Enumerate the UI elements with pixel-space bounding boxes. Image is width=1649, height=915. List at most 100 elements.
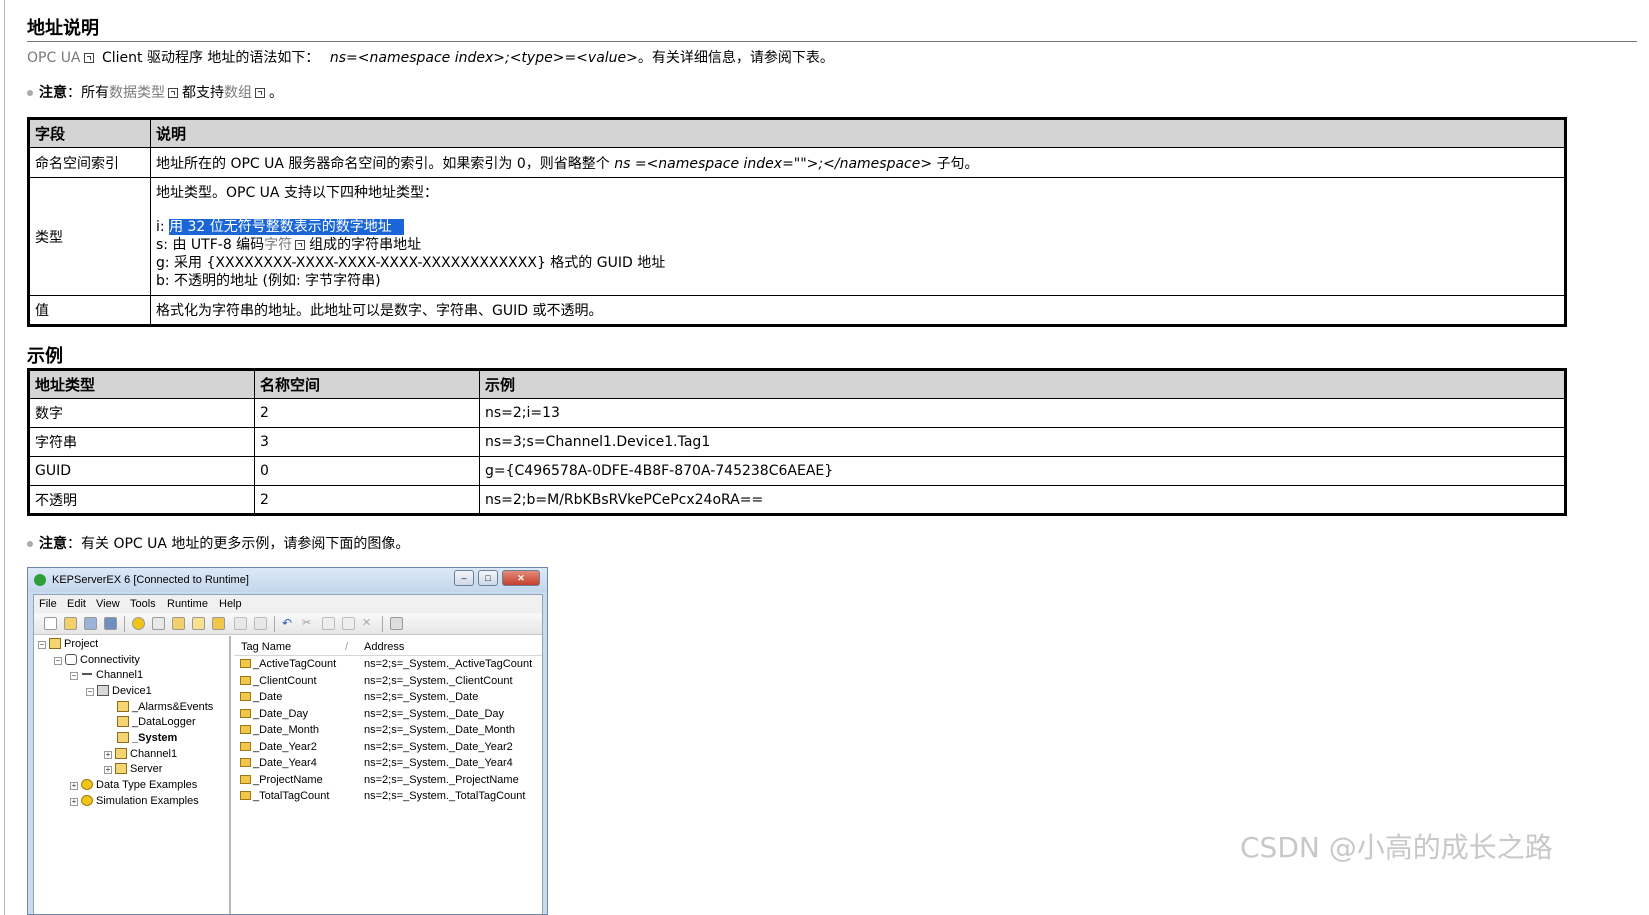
tree-item-alarms-events[interactable]: _Alarms&Events [117,701,213,713]
tag-row[interactable]: _Date_Day ns=2;s=_System._Date_Day [234,708,542,724]
maximize-icon[interactable]: □ [478,570,498,586]
menu-tools[interactable]: Tools [130,598,156,610]
tag-row[interactable]: _Date ns=2;s=_System._Date [234,691,542,707]
save-icon[interactable] [84,617,97,630]
tree-item-datalogger[interactable]: _DataLogger [117,716,196,728]
tag-name: _ActiveTagCount [253,658,337,670]
collapse-icon[interactable]: − [54,657,62,665]
expand-icon[interactable]: + [70,782,78,790]
delete-icon[interactable]: ✕ [362,617,375,630]
tag-icon [240,692,251,701]
tag-address: ns=2;s=_System._TotalTagCount [364,790,526,802]
tree-label: Channel1 [130,748,178,760]
copy-icon[interactable] [322,617,335,630]
table-cell: ns=2;i=13 [479,398,1566,428]
collapse-icon[interactable]: − [86,688,94,696]
folder-icon [117,701,129,712]
tree-item-channel1-group[interactable]: + Channel1 [104,748,177,760]
duplicate-icon[interactable] [254,617,267,630]
tree-item-project[interactable]: − Project [38,638,98,650]
table-row: 命名空间索引 地址所在的 OPC UA 服务器命名空间的索引。如果索引为 0，则… [28,147,1566,178]
tag-row[interactable]: _Date_Year4 ns=2;s=_System._Date_Year4 [234,757,542,773]
table-cell: 2 [254,485,480,515]
table-cell: 不透明 [28,485,255,515]
tag-address: ns=2;s=_System._ActiveTagCount [364,658,533,670]
open-icon[interactable] [64,617,77,630]
tree-item-connectivity[interactable]: − Connectivity [54,654,140,666]
external-link-icon[interactable] [255,88,265,98]
tree-item-device1[interactable]: − Device1 [86,685,152,697]
external-link-icon[interactable] [295,239,306,250]
collapse-icon[interactable]: − [70,672,78,680]
menu-file[interactable]: File [39,598,57,610]
desc-text: 子句。 [932,155,979,172]
tree-item-system[interactable]: _System [117,732,177,744]
tag-row[interactable]: _TotalTagCount ns=2;s=_System._TotalTagCo… [234,790,542,806]
tree-item-channel1[interactable]: − Channel1 [70,669,143,681]
table-cell: 字符串 [28,427,255,457]
tree-label: _Alarms&Events [132,701,214,713]
tag-row[interactable]: _ProjectName ns=2;s=_System._ProjectName [234,774,542,790]
note-arrays: 注意：所有数据类型 都支持数组 。 [27,82,283,102]
table-cell: 3 [254,427,480,457]
expand-icon[interactable]: + [70,798,78,806]
gear-icon [81,779,93,790]
menu-help[interactable]: Help [219,598,242,610]
paste-icon[interactable] [342,617,355,630]
tree-item-data-type-examples[interactable]: + Data Type Examples [70,779,197,791]
quick-client-icon[interactable] [390,617,403,630]
table-cell: 数字 [28,398,255,428]
new-tag-icon[interactable] [212,617,225,630]
tag-row[interactable]: _ClientCount ns=2;s=_System._ClientCount [234,675,542,691]
tag-row[interactable]: _ActiveTagCount ns=2;s=_System._ActiveTag… [234,658,542,674]
new-channel-icon[interactable] [152,617,165,630]
menu-runtime[interactable]: Runtime [167,598,208,610]
tree-item-simulation-examples[interactable]: + Simulation Examples [70,795,199,807]
tree-item-server[interactable]: + Server [104,763,162,775]
column-tag-name[interactable]: Tag Name [241,641,291,653]
tree-label: Server [130,763,163,775]
selected-text[interactable]: 用 32 位无符号整数表示的数字地址 [169,218,404,235]
characters-link[interactable]: 字符 [264,237,292,253]
minimize-icon[interactable]: – [454,570,474,586]
collapse-icon[interactable]: − [38,641,46,649]
arrays-link[interactable]: 数组 [224,85,252,101]
window-title: KEPServerEX 6 [Connected to Runtime] [52,574,249,586]
opc-ua-link[interactable]: OPC UA [27,50,81,66]
tree-label: _System [132,732,178,744]
folder-icon [117,732,129,743]
project-icon [49,638,61,649]
save-as-icon[interactable] [104,617,117,630]
tag-row[interactable]: _Date_Month ns=2;s=_System._Date_Month [234,724,542,740]
data-types-link[interactable]: 数据类型 [109,85,165,101]
section-heading-examples: 示例 [27,346,63,367]
close-icon[interactable]: ✕ [502,570,540,586]
field-name: 类型 [28,177,151,296]
external-link-icon[interactable] [83,53,94,63]
column-address[interactable]: Address [364,641,404,653]
menu-view[interactable]: View [96,598,120,610]
bullet-icon [27,541,33,547]
tag-icon [240,659,251,668]
expand-icon[interactable]: + [104,766,112,774]
note-text: 都支持 [182,85,224,101]
undo-icon[interactable]: ↶ [282,617,295,630]
new-device-icon[interactable] [172,617,185,630]
menu-edit[interactable]: Edit [67,598,86,610]
tag-address: ns=2;s=_System._Date_Year2 [364,741,513,753]
type-b-line: b: 不透明的地址 (例如: 字节字符串) [156,272,381,289]
gear-icon[interactable] [132,617,145,630]
cut-icon[interactable]: ✂ [302,617,315,630]
tag-row[interactable]: _Date_Year2 ns=2;s=_System._Date_Year2 [234,741,542,757]
bulk-tag-icon[interactable] [234,617,247,630]
new-group-icon[interactable] [192,617,205,630]
menu-bar: File Edit View Tools Runtime Help [34,595,542,613]
expand-icon[interactable]: + [104,751,112,759]
tag-address: ns=2;s=_System._Date_Day [364,708,505,720]
tag-icon [240,709,251,718]
external-link-icon[interactable] [168,88,178,98]
new-icon[interactable] [44,617,57,630]
note-label: 注意 [39,536,67,552]
note-text: ：有关 OPC UA 地址的更多示例，请参阅下面的图像。 [67,536,410,552]
table-row: 不透明 2 ns=2;b=M/RbKBsRVkePCePcx24oRA== [28,485,1566,515]
